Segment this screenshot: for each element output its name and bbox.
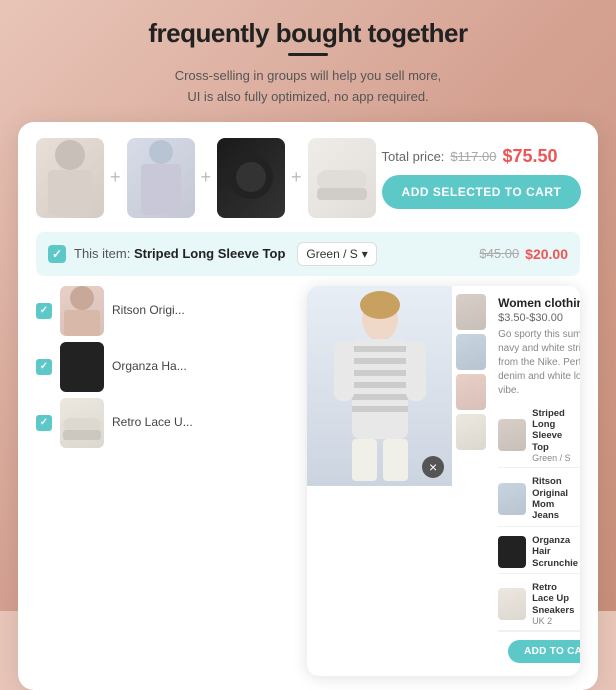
combo-name-1: Striped Long Sleeve Top	[532, 408, 578, 454]
combo-title: Women clothing combo	[498, 296, 580, 310]
item-prices: $45.00 $20.00	[479, 246, 568, 262]
total-price-line: Total price: $117.00 $75.50	[382, 146, 558, 167]
product-image-area: Women clothing combo $3.50-$30.00 Go spo…	[307, 286, 580, 676]
combo-items: Striped Long Sleeve Top Green / S − 0 + …	[498, 404, 580, 631]
combo-item-2: Ritson Original Mom Jeans − 0 + $22.00	[498, 472, 580, 527]
product-main-image	[307, 286, 452, 486]
combo-name-2: Ritson Original Mom Jeans	[532, 476, 578, 522]
list-item-label-3: Retro Lace U...	[112, 415, 193, 431]
combo-item-1: Striped Long Sleeve Top Green / S − 0 + …	[498, 404, 580, 469]
combo-item-3: Organza Hair Scrunchie − 0 + $5.00 $3.50	[498, 531, 580, 574]
list-item-label-1: Ritson Origi...	[112, 303, 185, 319]
list-thumb-3	[60, 398, 104, 448]
combo-name-3: Organza Hair Scrunchie	[532, 535, 578, 569]
list-thumb-1	[60, 286, 104, 336]
close-button[interactable]	[422, 456, 444, 478]
add-selected-to-cart-button[interactable]: ADD SELECTED TO CART	[382, 175, 582, 209]
product-info-panel: Women clothing combo $3.50-$30.00 Go spo…	[488, 286, 580, 676]
list-item-label-2: Organza Ha...	[112, 359, 187, 375]
main-card: + + +	[18, 122, 598, 690]
selected-item-row: This item: Striped Long Sleeve Top Green…	[36, 232, 580, 276]
combo-variant-1: Green / S	[532, 453, 578, 463]
product-thumb-3	[217, 138, 285, 218]
combo-thumb-4	[498, 588, 526, 620]
price-cart-area: Total price: $117.00 $75.50 ADD SELECTED…	[382, 146, 582, 209]
variant-select[interactable]: Green / S ▾	[297, 242, 376, 266]
combo-info-2: Ritson Original Mom Jeans	[532, 476, 578, 522]
combo-variant-4: UK 2	[532, 616, 578, 626]
thumb-strip	[452, 286, 488, 676]
plus-3: +	[291, 167, 302, 188]
list-item: Retro Lace U...	[36, 398, 297, 448]
product-thumb-4	[308, 138, 376, 218]
title-underline	[288, 53, 328, 56]
combo-info-4: Retro Lace Up Sneakers UK 2	[532, 582, 578, 626]
combo-info-3: Organza Hair Scrunchie	[532, 535, 578, 569]
list-checkbox-1[interactable]	[36, 303, 52, 319]
plus-1: +	[110, 167, 121, 188]
product-thumb-2	[127, 138, 195, 218]
total-price-new: $75.50	[502, 146, 557, 167]
strip-thumb-3[interactable]	[456, 374, 486, 410]
section-subtitle: Cross-selling in groups will help you se…	[18, 66, 598, 108]
combo-desc: Go sporty this summer with this vintage …	[498, 328, 580, 398]
total-price-old: $117.00	[450, 149, 496, 164]
selected-checkbox[interactable]	[48, 245, 66, 263]
bottom-section: Ritson Origi... Organza Ha...	[36, 286, 580, 676]
combo-thumb-3	[498, 536, 526, 568]
strip-thumb-2[interactable]	[456, 334, 486, 370]
product-thumb-1	[36, 138, 104, 218]
combo-thumb-2	[498, 483, 526, 515]
item-price-new: $20.00	[525, 246, 568, 262]
plus-2: +	[201, 167, 212, 188]
list-checkbox-3[interactable]	[36, 415, 52, 431]
list-item: Ritson Origi...	[36, 286, 297, 336]
item-price-old: $45.00	[479, 246, 519, 261]
strip-thumb-4[interactable]	[456, 414, 486, 450]
left-items: Ritson Origi... Organza Ha...	[36, 286, 297, 676]
combo-info-1: Striped Long Sleeve Top Green / S	[532, 408, 578, 464]
right-panel: Women clothing combo $3.50-$30.00 Go spo…	[307, 286, 580, 676]
add-to-cart-button[interactable]: ADD TO CART	[508, 640, 580, 663]
combo-item-4: Retro Lace Up Sneakers UK 2 − 0 + $45.00	[498, 578, 580, 631]
section-title: frequently bought together	[18, 18, 598, 49]
list-item: Organza Ha...	[36, 342, 297, 392]
strip-thumb-1[interactable]	[456, 294, 486, 330]
add-to-cart-bottom: ADD TO CART ♡	[498, 631, 580, 670]
this-item-label: This item: Striped Long Sleeve Top	[74, 246, 285, 261]
combo-thumb-1	[498, 419, 526, 451]
total-label: Total price:	[382, 149, 445, 164]
list-thumb-2	[60, 342, 104, 392]
products-row: + + +	[36, 138, 580, 218]
list-checkbox-2[interactable]	[36, 359, 52, 375]
combo-price: $3.50-$30.00	[498, 312, 580, 324]
